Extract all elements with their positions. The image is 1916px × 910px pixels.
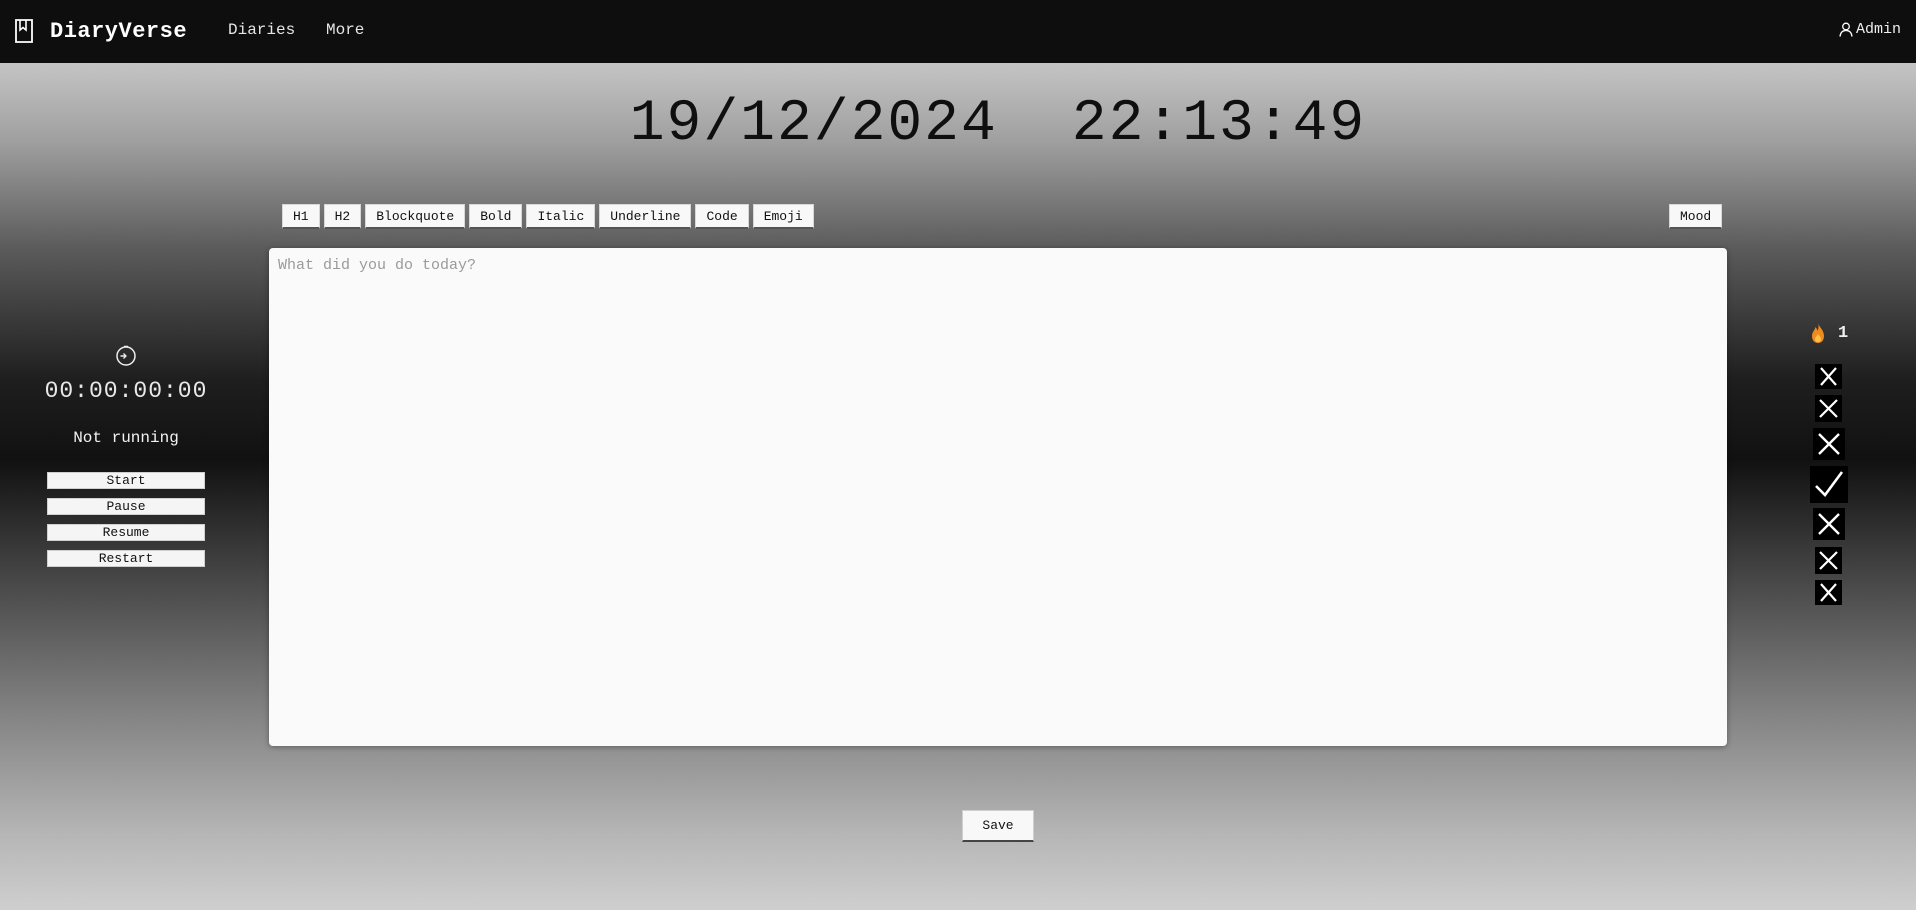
streak-counter: 1 — [1810, 322, 1848, 344]
bookmark-icon — [15, 19, 33, 43]
h1-button[interactable]: H1 — [282, 204, 320, 229]
diary-editor[interactable]: What did you do today? — [269, 248, 1727, 746]
stopwatch-resume-button[interactable]: Resume — [47, 524, 205, 541]
current-time: 22:13:49 — [1071, 92, 1367, 157]
day-2-cross-icon — [1815, 395, 1842, 422]
day-3-cross-icon — [1813, 428, 1845, 460]
day-5-cross-icon — [1813, 508, 1845, 540]
user-name: Admin — [1855, 21, 1901, 38]
top-navbar: DiaryVerse Diaries More Admin — [0, 0, 1916, 63]
nav-link-diaries[interactable]: Diaries — [228, 21, 295, 39]
stopwatch-pause-button[interactable]: Pause — [47, 498, 205, 515]
mood-button[interactable]: Mood — [1669, 204, 1723, 229]
brand-name: DiaryVerse — [50, 18, 188, 44]
brand[interactable]: DiaryVerse — [14, 14, 187, 48]
streak-count: 1 — [1838, 323, 1849, 343]
stopwatch-restart-button[interactable]: Restart — [47, 550, 205, 567]
day-4-check-icon — [1810, 466, 1848, 503]
user-icon — [1839, 22, 1853, 37]
italic-button[interactable]: Italic — [526, 204, 596, 229]
save-button[interactable]: Save — [962, 810, 1034, 842]
nav-link-more[interactable]: More — [326, 21, 364, 39]
emoji-button[interactable]: Emoji — [752, 204, 814, 229]
flame-icon — [1812, 323, 1824, 343]
formatting-toolbar: H1 H2 Blockquote Bold Italic Underline C… — [282, 204, 818, 229]
date-time-display: 19/12/2024 22:13:49 — [0, 92, 1916, 157]
underline-button[interactable]: Underline — [599, 204, 692, 229]
stopwatch-status: Not running — [73, 429, 179, 447]
stopwatch-time: 00:00:00:00 — [44, 378, 208, 404]
timer-icon — [116, 345, 136, 366]
day-7-cross-icon — [1815, 580, 1842, 605]
stopwatch-start-button[interactable]: Start — [47, 472, 205, 489]
editor-placeholder: What did you do today? — [278, 257, 477, 274]
blockquote-button[interactable]: Blockquote — [365, 204, 466, 229]
current-date: 19/12/2024 — [629, 92, 998, 157]
bold-button[interactable]: Bold — [469, 204, 523, 229]
user-menu[interactable]: Admin — [1839, 21, 1901, 38]
day-1-cross-icon — [1815, 364, 1842, 389]
code-button[interactable]: Code — [695, 204, 749, 229]
day-6-cross-icon — [1815, 547, 1842, 574]
h2-button[interactable]: H2 — [323, 204, 362, 229]
